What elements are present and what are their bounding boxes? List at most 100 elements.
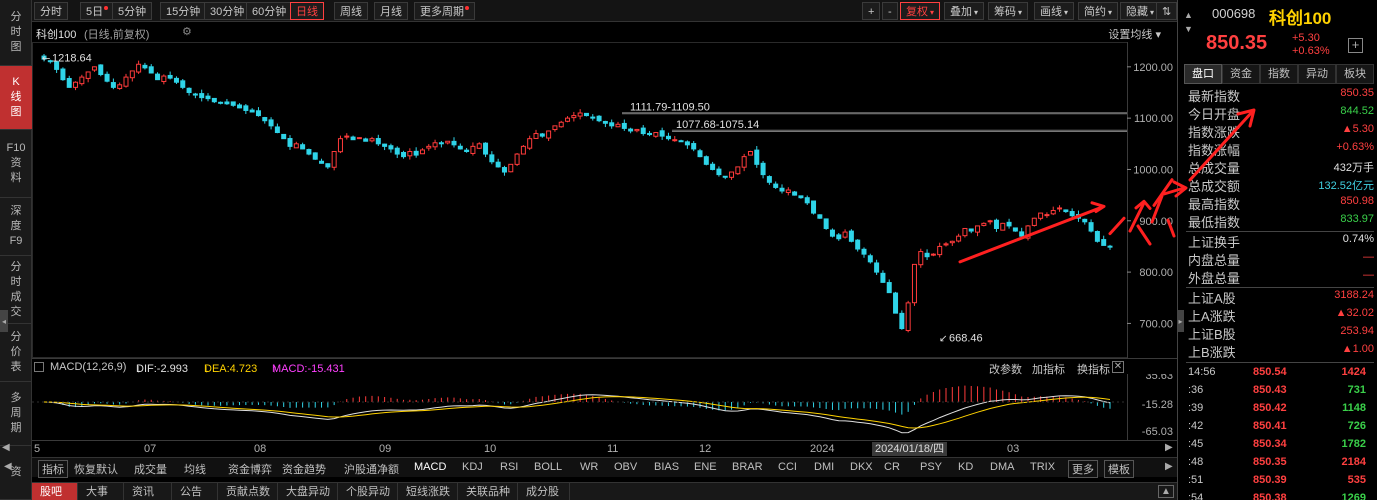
candle-body — [1038, 212, 1044, 219]
indicator-tab-3[interactable]: 均线 — [184, 461, 206, 477]
indicator-tab-2[interactable]: 成交量 — [134, 461, 167, 477]
period-button-6[interactable]: 日线 — [290, 2, 324, 20]
indicator-tab-8[interactable]: KDJ — [462, 461, 483, 473]
tool-button-2[interactable]: 复权 ▾ — [900, 2, 941, 20]
period-button-1[interactable]: 5日 — [80, 2, 115, 20]
indicator-tab-11[interactable]: WR — [580, 461, 598, 473]
tool-button-4[interactable]: 筹码 ▾ — [988, 2, 1029, 20]
indicator-tab-16[interactable]: CCI — [778, 461, 797, 473]
add-watch-button[interactable]: + — [1348, 38, 1363, 53]
collapse-bottom-icon[interactable]: ▲ — [1158, 485, 1174, 498]
period-button-3[interactable]: 15分钟 — [160, 2, 207, 20]
bottom-tab-6[interactable]: 个股异动 — [338, 483, 398, 500]
candle-body — [1101, 239, 1107, 246]
macd-collapse-box[interactable] — [34, 362, 44, 372]
ma-setting-button[interactable]: 设置均线 ▾ — [1108, 26, 1161, 42]
leftnav-item-6[interactable]: 多周期 — [0, 382, 32, 446]
indicator-tab-18[interactable]: DKX — [850, 461, 873, 473]
tool-button-3[interactable]: 叠加 ▾ — [944, 2, 985, 20]
indicator-tab-20[interactable]: PSY — [920, 461, 942, 473]
indicator-tab-23[interactable]: TRIX — [1030, 461, 1055, 473]
indicator-prev-icon[interactable]: ◀ — [4, 461, 12, 472]
gear-icon[interactable]: ⚙ — [182, 25, 192, 38]
indicator-tab-24[interactable]: 更多 — [1068, 460, 1098, 478]
collapse-right-icon[interactable]: ▸ — [1177, 310, 1184, 332]
bottom-tab-0[interactable]: 股吧 — [32, 483, 78, 500]
indicator-tab-15[interactable]: BRAR — [732, 461, 763, 473]
leftnav-item-2[interactable]: F10 资料 — [0, 130, 32, 198]
indicator-tab-5[interactable]: 资金趋势 — [282, 461, 326, 477]
bottom-tab-3[interactable]: 公告 — [172, 483, 218, 500]
period-button-5[interactable]: 60分钟 — [246, 2, 293, 20]
tool-label: 画线 — [1040, 6, 1062, 18]
indicator-tab-14[interactable]: ENE — [694, 461, 717, 473]
close-icon[interactable]: ✕ — [1112, 361, 1124, 373]
panel-tab-0[interactable]: 盘口 — [1184, 64, 1222, 84]
bottom-tab-2[interactable]: 资讯 — [124, 483, 172, 500]
period-button-9[interactable]: 更多周期 — [414, 2, 475, 20]
annotation-label: 668.46 — [949, 333, 983, 345]
indicator-tab-4[interactable]: 资金博弈 — [228, 461, 272, 477]
candle-body — [710, 163, 716, 170]
period-button-2[interactable]: 5分钟 — [112, 2, 153, 20]
indicator-tab-17[interactable]: DMI — [814, 461, 834, 473]
kline-chart[interactable]: 1200.00 1100.00 1000.00 900.00 800.00 700.00 ←… — [32, 42, 1177, 358]
macd-title: MACD(12,26,9) — [50, 361, 127, 373]
period-button-7[interactable]: 周线 — [334, 2, 368, 20]
indicator-tab-1[interactable]: 恢复默认 — [74, 461, 118, 477]
indicator-next-icon[interactable]: ▶ — [1165, 461, 1173, 472]
bottom-tab-7[interactable]: 短线涨跌 — [398, 483, 458, 500]
macd-y-tick-label: -15.28 — [1142, 399, 1173, 411]
bottom-tab-8[interactable]: 关联品种 — [458, 483, 518, 500]
indicator-tab-0[interactable]: 指标 — [38, 460, 68, 478]
stat-value: 432万手 — [1333, 162, 1374, 174]
indicator-tab-12[interactable]: OBV — [614, 461, 637, 473]
candle-body — [558, 121, 564, 128]
indicator-tab-21[interactable]: KD — [958, 461, 973, 473]
indicator-tab-10[interactable]: BOLL — [534, 461, 562, 473]
indicator-tab-22[interactable]: DMA — [990, 461, 1014, 473]
leftnav-item-3[interactable]: 深度 F9 — [0, 198, 32, 256]
scroll-left-icon[interactable]: ◀ — [2, 442, 10, 453]
leftnav-item-0[interactable]: 分时图 — [0, 0, 32, 66]
indicator-tab-13[interactable]: BIAS — [654, 461, 679, 473]
leftnav-item-5[interactable]: 分价表 — [0, 324, 32, 382]
panel-tab-4[interactable]: 板块 — [1336, 64, 1374, 84]
tick-row: 14:56 850.54 1424 — [1188, 366, 1374, 384]
tool-label: 筹码 — [994, 6, 1016, 18]
bottom-tab-4[interactable]: 贡献点数 — [218, 483, 278, 500]
candle-body — [356, 137, 362, 140]
panel-tab-1[interactable]: 资金 — [1222, 64, 1260, 84]
bottom-tab-9[interactable]: 成分股 — [518, 483, 570, 500]
stat-value: 253.94 — [1340, 325, 1374, 337]
tool-button-1[interactable]: - — [882, 2, 898, 20]
period-button-0[interactable]: 分时 — [34, 2, 68, 20]
y-tick-label: 800.00 — [1139, 267, 1173, 279]
bottom-tab-5[interactable]: 大盘异动 — [278, 483, 338, 500]
indicator-tab-19[interactable]: CR — [884, 461, 900, 473]
period-button-4[interactable]: 30分钟 — [204, 2, 251, 20]
tool-button-6[interactable]: 简约 ▾ — [1078, 2, 1119, 20]
collapse-left-icon[interactable]: ◂ — [0, 310, 8, 332]
bottom-tab-1[interactable]: 大事 — [78, 483, 124, 500]
leftnav-item-1[interactable]: K线图 — [0, 66, 32, 130]
scroll-right-icon[interactable]: ▶ — [1165, 442, 1173, 453]
indicator-tab-9[interactable]: RSI — [500, 461, 518, 473]
tool-button-7[interactable]: 隐藏 ▾ — [1120, 2, 1161, 20]
candle-body — [369, 138, 375, 142]
collapse-toolbar-button[interactable]: ⇅ — [1156, 2, 1178, 20]
indicator-tab-6[interactable]: 沪股通净额 — [344, 461, 399, 477]
panel-tab-2[interactable]: 指数 — [1260, 64, 1298, 84]
panel-nav-arrows[interactable]: ▲ ▼ — [1184, 8, 1193, 36]
period-button-8[interactable]: 月线 — [374, 2, 408, 20]
indicator-tab-7[interactable]: MACD — [414, 461, 446, 473]
tool-button-0[interactable]: + — [862, 2, 881, 20]
tick-row: :51 850.39 535 — [1188, 474, 1374, 492]
leftnav-label: 资 — [10, 157, 22, 169]
leftnav-label: 图 — [10, 41, 22, 53]
leftnav-item-7[interactable]: 资 — [0, 446, 32, 500]
panel-tab-3[interactable]: 异动 — [1298, 64, 1336, 84]
tick-time: :39 — [1188, 402, 1204, 414]
indicator-tab-25[interactable]: 模板 — [1104, 460, 1134, 478]
tool-button-5[interactable]: 画线 ▾ — [1034, 2, 1075, 20]
